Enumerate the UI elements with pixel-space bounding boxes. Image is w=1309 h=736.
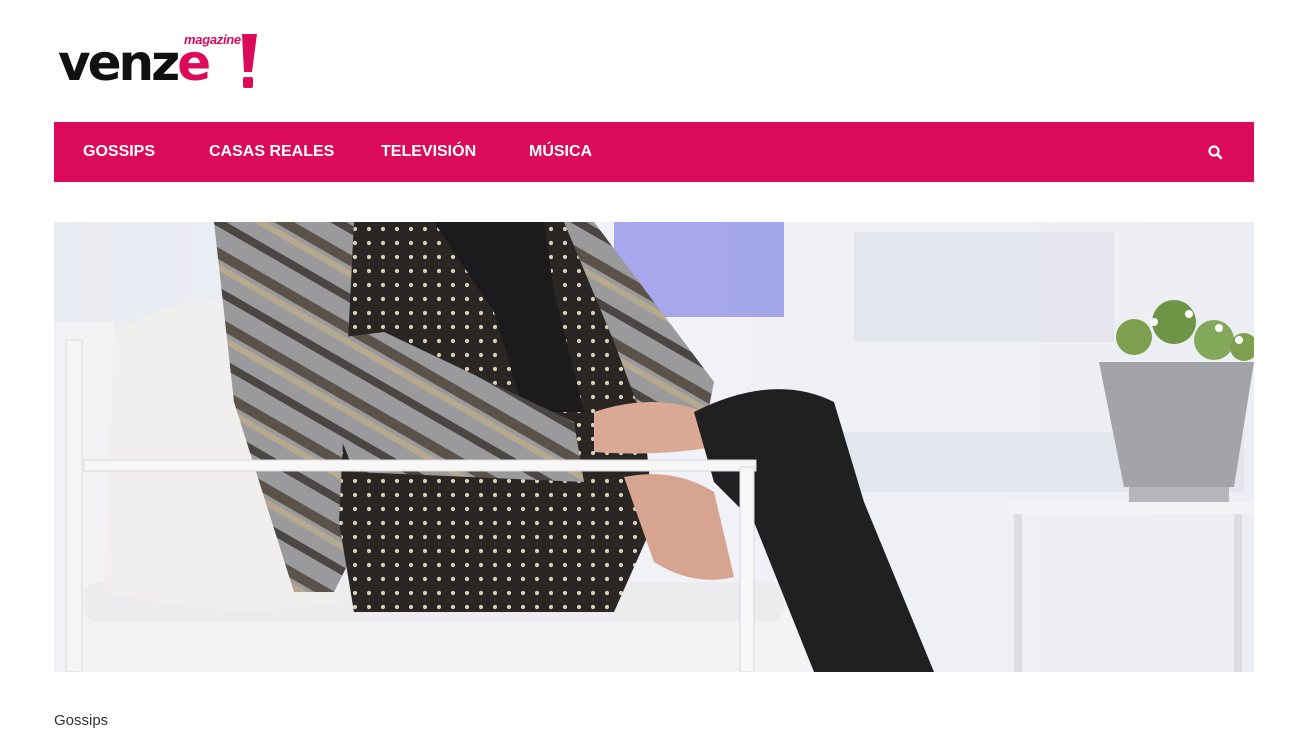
- nav-item-gossips[interactable]: GOSSIPS: [83, 122, 155, 182]
- logo-tagline: magazine: [184, 32, 241, 47]
- exclamation-icon: [242, 34, 257, 88]
- search-icon[interactable]: [1206, 143, 1226, 163]
- nav-item-musica[interactable]: MÚSICA: [529, 122, 592, 182]
- hero-photo: [54, 222, 1254, 672]
- article-category-link[interactable]: Gossips: [54, 712, 108, 729]
- main-navigation: GOSSIPS CASAS REALES TELEVISIÓN MÚSICA: [54, 122, 1254, 182]
- nav-item-television[interactable]: TELEVISIÓN: [381, 122, 476, 182]
- hero-image[interactable]: [54, 222, 1254, 672]
- nav-item-casas-reales[interactable]: CASAS REALES: [209, 122, 334, 182]
- site-logo[interactable]: venze magazine: [58, 30, 268, 92]
